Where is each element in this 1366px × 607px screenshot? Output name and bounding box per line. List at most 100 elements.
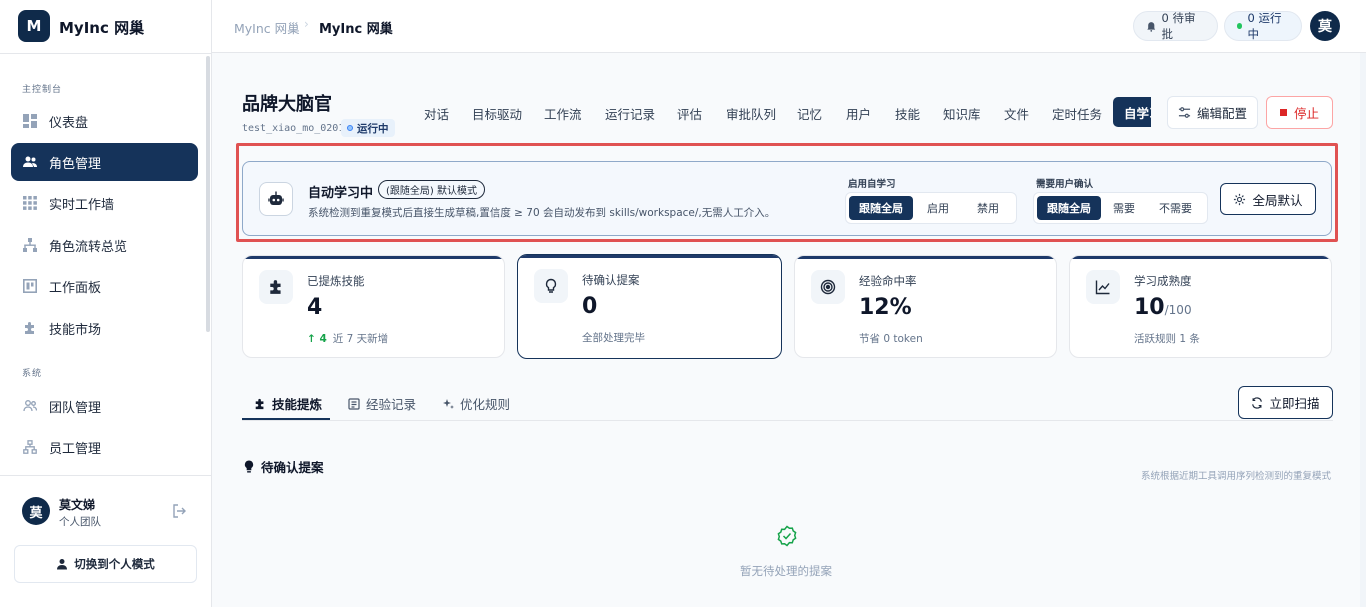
tab-files[interactable]: 文件 bbox=[1004, 104, 1029, 123]
breadcrumb-current: MyInc 网巢 bbox=[319, 22, 393, 37]
tab-label: 经验记录 bbox=[366, 397, 417, 412]
sidebar-item-workwall[interactable]: 实时工作墙 bbox=[11, 184, 198, 222]
sidebar-item-label: 仪表盘 bbox=[49, 115, 89, 131]
logout-icon[interactable] bbox=[171, 503, 187, 523]
tab-approval-queue[interactable]: 审批队列 bbox=[726, 104, 776, 123]
stat-value-number: 10 bbox=[1134, 295, 1165, 320]
enable-option-follow[interactable]: 跟随全局 bbox=[849, 196, 913, 220]
tab-goal[interactable]: 目标驱动 bbox=[472, 104, 522, 123]
sidebar-item-flow[interactable]: 角色流转总览 bbox=[11, 226, 198, 264]
confirm-option-required[interactable]: 需要 bbox=[1101, 196, 1147, 220]
stop-icon bbox=[1279, 109, 1287, 116]
user-team: 个人团队 bbox=[59, 516, 101, 528]
divider bbox=[0, 475, 211, 476]
stat-sub: 节省 0 token bbox=[859, 333, 923, 345]
avatar[interactable]: 莫 bbox=[22, 497, 50, 525]
team-icon bbox=[23, 399, 37, 413]
enable-label: 启用自学习 bbox=[848, 179, 896, 190]
trend-icon bbox=[1086, 270, 1120, 304]
enable-option-off[interactable]: 禁用 bbox=[963, 196, 1013, 220]
global-default-button[interactable]: 全局默认 bbox=[1220, 183, 1316, 215]
scan-now-button[interactable]: 立即扫描 bbox=[1238, 386, 1333, 419]
lightbulb-icon bbox=[534, 269, 568, 303]
dashboard-icon bbox=[23, 114, 37, 128]
edit-config-button[interactable]: 编辑配置 bbox=[1167, 96, 1258, 129]
stat-label: 已提炼技能 bbox=[307, 274, 365, 288]
tab-chat[interactable]: 对话 bbox=[424, 104, 449, 123]
tab-scheduled[interactable]: 定时任务 bbox=[1052, 104, 1102, 123]
stat-value: 10/100 bbox=[1134, 295, 1192, 320]
confirm-segmented: 跟随全局 需要 不需要 bbox=[1033, 192, 1208, 224]
tab-knowledge[interactable]: 知识库 bbox=[943, 104, 981, 123]
org-icon bbox=[23, 440, 37, 454]
user-icon bbox=[57, 559, 68, 570]
stat-trend-up: ↑ 4 bbox=[307, 333, 327, 345]
main-scrollbar[interactable] bbox=[1360, 53, 1366, 607]
divider bbox=[0, 53, 211, 54]
user-name: 莫文娣 bbox=[59, 498, 96, 512]
sidebar-item-team[interactable]: 团队管理 bbox=[11, 387, 198, 425]
running-badge[interactable]: 0 运行中 bbox=[1224, 11, 1302, 41]
gear-icon bbox=[1234, 193, 1246, 205]
sidebar-item-workboard[interactable]: 工作面板 bbox=[11, 267, 198, 305]
tab-self-learning[interactable]: 自学习 bbox=[1113, 97, 1151, 127]
tab-workflow[interactable]: 工作流 bbox=[544, 104, 582, 123]
scan-now-label: 立即扫描 bbox=[1269, 396, 1320, 411]
header-avatar[interactable]: 莫 bbox=[1310, 11, 1340, 41]
learning-title: 自动学习中 bbox=[308, 186, 374, 201]
tab-label: 优化规则 bbox=[460, 397, 511, 412]
breadcrumb-parent[interactable]: MyInc 网巢 bbox=[234, 18, 300, 37]
flow-icon bbox=[23, 238, 37, 252]
puzzle-icon bbox=[255, 398, 264, 409]
pending-approval-badge[interactable]: 0 待审批 bbox=[1133, 11, 1218, 41]
note-icon bbox=[348, 397, 360, 410]
stat-card-maturity: 学习成熟度 10/100 活跃规则 1 条 bbox=[1069, 255, 1332, 358]
card-accent-bar bbox=[243, 256, 504, 259]
stat-value: 4 bbox=[307, 295, 323, 320]
tab-optimization-rules[interactable]: 优化规则 bbox=[442, 394, 510, 413]
mode-badge: (跟随全局) 默认模式 bbox=[378, 180, 485, 199]
stat-sub-text: 近 7 天新增 bbox=[332, 333, 389, 345]
switch-personal-mode-button[interactable]: 切换到个人模式 bbox=[14, 545, 197, 583]
tab-skills[interactable]: 技能 bbox=[895, 104, 920, 123]
tab-eval[interactable]: 评估 bbox=[677, 104, 702, 123]
confirm-option-not-required[interactable]: 不需要 bbox=[1147, 196, 1204, 220]
sidebar-item-label: 技能市场 bbox=[49, 322, 102, 338]
sidebar-item-dashboard[interactable]: 仪表盘 bbox=[11, 102, 198, 140]
enable-option-on[interactable]: 启用 bbox=[913, 196, 963, 220]
confirm-label: 需要用户确认 bbox=[1036, 179, 1094, 190]
sliders-icon bbox=[1178, 107, 1191, 118]
puzzle-icon bbox=[259, 270, 293, 304]
switch-mode-label: 切换到个人模式 bbox=[74, 557, 155, 571]
self-learning-panel: 自动学习中 (跟随全局) 默认模式 系统检测到重复模式后直接生成草稿,置信度 ≥… bbox=[242, 161, 1332, 236]
tab-users[interactable]: 用户 bbox=[846, 104, 871, 123]
app-name: MyInc 网巢 bbox=[59, 19, 145, 37]
sidebar-item-label: 实时工作墙 bbox=[49, 197, 115, 213]
app-logo: M bbox=[18, 10, 50, 42]
stat-card-proposals[interactable]: 待确认提案 0 全部处理完毕 bbox=[517, 254, 782, 359]
sidebar-item-roles[interactable]: 角色管理 bbox=[11, 143, 198, 181]
stat-value: 12% bbox=[859, 295, 912, 320]
section-system-label: 系统 bbox=[22, 369, 43, 379]
sidebar-scrollbar[interactable] bbox=[206, 56, 210, 332]
stat-sub: ↑ 4 近 7 天新增 bbox=[307, 331, 388, 346]
stat-sub: 全部处理完毕 bbox=[582, 332, 645, 344]
stop-button[interactable]: 停止 bbox=[1266, 96, 1333, 129]
sidebar-item-staff[interactable]: 员工管理 bbox=[11, 428, 198, 466]
stat-sub: 活跃规则 1 条 bbox=[1134, 333, 1200, 345]
sidebar-item-label: 工作面板 bbox=[49, 280, 102, 296]
tab-skill-extraction[interactable]: 技能提炼 bbox=[254, 394, 322, 413]
users-icon bbox=[23, 155, 37, 169]
tab-memory[interactable]: 记忆 bbox=[797, 104, 822, 123]
stat-label: 待确认提案 bbox=[582, 273, 640, 287]
sidebar: M MyInc 网巢 主控制台 仪表盘 角色管理 实时工作墙 角色流转总览 工作… bbox=[0, 0, 212, 607]
stat-card-hit-rate: 经验命中率 12% 节省 0 token bbox=[794, 255, 1057, 358]
tab-run-log[interactable]: 运行记录 bbox=[605, 104, 655, 123]
confirm-option-follow[interactable]: 跟随全局 bbox=[1037, 196, 1101, 220]
stat-value-unit: /100 bbox=[1164, 303, 1192, 317]
sidebar-item-skill-market[interactable]: 技能市场 bbox=[11, 309, 198, 347]
card-accent-bar bbox=[518, 255, 781, 258]
tab-experience-log[interactable]: 经验记录 bbox=[348, 394, 416, 413]
proposals-hint: 系统根据近期工具调用序列检测到的重复模式 bbox=[1140, 471, 1331, 482]
page-title: 品牌大脑官 bbox=[242, 94, 332, 115]
